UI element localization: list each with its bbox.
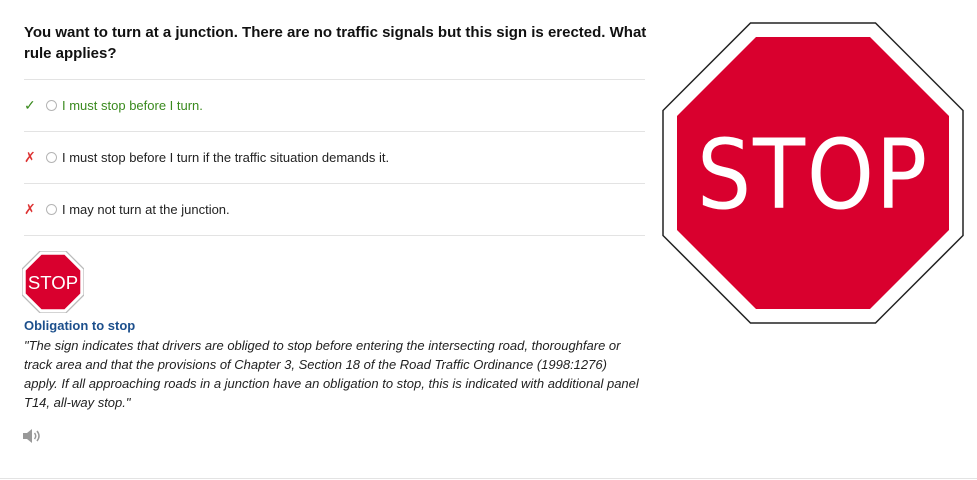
stop-sign-thumbnail-text: STOP (28, 272, 78, 293)
answer-list: ✓ I must stop before I turn. ✗ I must st… (24, 79, 645, 236)
question-text: You want to turn at a junction. There ar… (24, 24, 647, 62)
stop-sign-large-text: STOP (697, 119, 929, 231)
answer-text: I must stop before I turn. (62, 98, 203, 113)
cross-icon: ✗ (24, 149, 36, 165)
radio-button[interactable] (46, 100, 57, 111)
answer-text: I may not turn at the junction. (62, 202, 230, 217)
answer-text: I must stop before I turn if the traffic… (62, 150, 390, 165)
stop-sign-large: STOP (662, 22, 964, 324)
stop-sign-thumbnail: STOP (22, 251, 84, 313)
radio-button[interactable] (46, 204, 57, 215)
explanation-text: "The sign indicates that drivers are obl… (24, 338, 639, 410)
cross-icon: ✗ (24, 201, 36, 217)
answer-option-1[interactable]: ✓ I must stop before I turn. (24, 79, 645, 131)
explanation-title: Obligation to stop (24, 318, 136, 333)
speaker-icon[interactable] (22, 428, 42, 444)
check-icon: ✓ (24, 97, 36, 113)
answer-option-2[interactable]: ✗ I must stop before I turn if the traff… (24, 131, 645, 183)
divider (0, 478, 977, 479)
radio-button[interactable] (46, 152, 57, 163)
answer-option-3[interactable]: ✗ I may not turn at the junction. (24, 183, 645, 236)
